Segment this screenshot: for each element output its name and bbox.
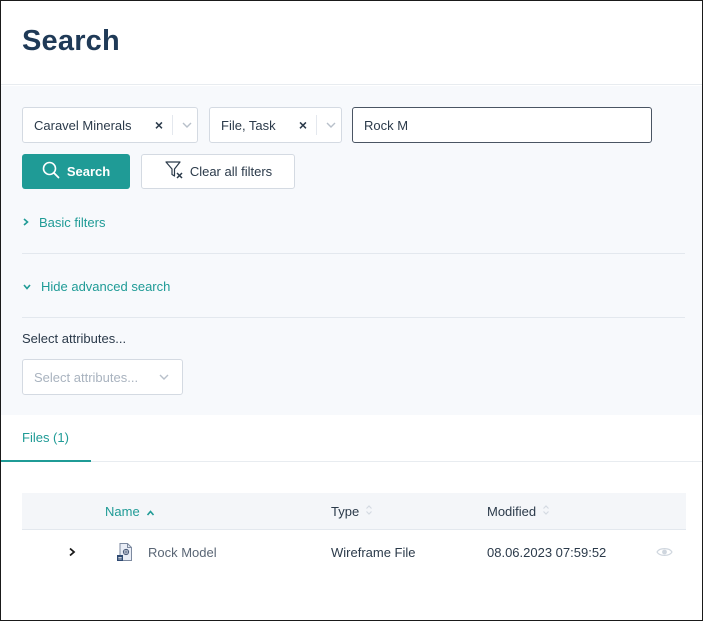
search-button[interactable]: Search [22,154,130,189]
tab-files[interactable]: Files (1) [1,415,91,462]
hide-advanced-search-label: Hide advanced search [41,279,171,294]
basic-filters-toggle[interactable]: Basic filters [22,215,105,230]
eye-icon[interactable] [656,531,673,573]
chevron-down-icon[interactable] [154,374,174,380]
attributes-placeholder: Select attributes... [34,369,139,385]
sort-asc-icon [146,504,155,519]
chevron-right-icon[interactable] [66,531,78,573]
column-header-modified[interactable]: Modified [487,493,550,530]
chevron-right-icon [22,215,30,230]
table-header: Name Type Modified [22,493,686,530]
sort-both-icon [542,504,550,519]
file-type: Wireframe File [331,544,416,560]
column-name-label: Name [105,504,140,519]
select-separator [172,115,173,135]
file-modified: 08.06.2023 07:59:52 [487,544,607,560]
search-page: Search Caravel Minerals × File, Task × S… [0,0,703,621]
result-tabs: Files (1) [1,415,702,462]
clear-all-filters-button[interactable]: Clear all filters [141,154,295,189]
column-type-label: Type [331,504,360,519]
clear-all-filters-label: Clear all filters [189,164,273,179]
section-divider [22,317,685,318]
basic-filters-label: Basic filters [39,215,106,230]
chevron-down-icon[interactable] [177,122,197,128]
section-divider [22,253,685,254]
company-clear-icon[interactable]: × [150,117,168,133]
column-header-type[interactable]: Type [331,493,373,530]
attributes-label: Select attributes... [22,331,127,346]
chevron-down-icon[interactable] [321,122,341,128]
search-input[interactable] [352,107,652,143]
sort-both-icon [365,504,373,519]
search-button-label: Search [66,164,111,179]
filter-panel: Caravel Minerals × File, Task × Search [1,86,702,415]
column-header-name[interactable]: Name [105,493,155,530]
table-row[interactable]: Rock Model Wireframe File 08.06.2023 07:… [22,531,686,573]
wireframe-file-icon [115,531,135,573]
column-modified-label: Modified [487,504,537,519]
file-name[interactable]: Rock Model [148,531,217,573]
type-select-value: File, Task [221,117,276,133]
page-title: Search [22,25,120,57]
type-clear-icon[interactable]: × [294,117,312,133]
advanced-search-toggle[interactable]: Hide advanced search [22,279,170,294]
filter-clear-icon [164,160,184,183]
search-icon [42,161,60,182]
chevron-down-icon [22,279,32,294]
select-separator [316,115,317,135]
page-header: Search [1,1,702,85]
attributes-select[interactable]: Select attributes... [22,359,183,395]
type-select[interactable]: File, Task × [209,107,342,143]
company-select[interactable]: Caravel Minerals × [22,107,198,143]
company-select-value: Caravel Minerals [34,117,132,133]
